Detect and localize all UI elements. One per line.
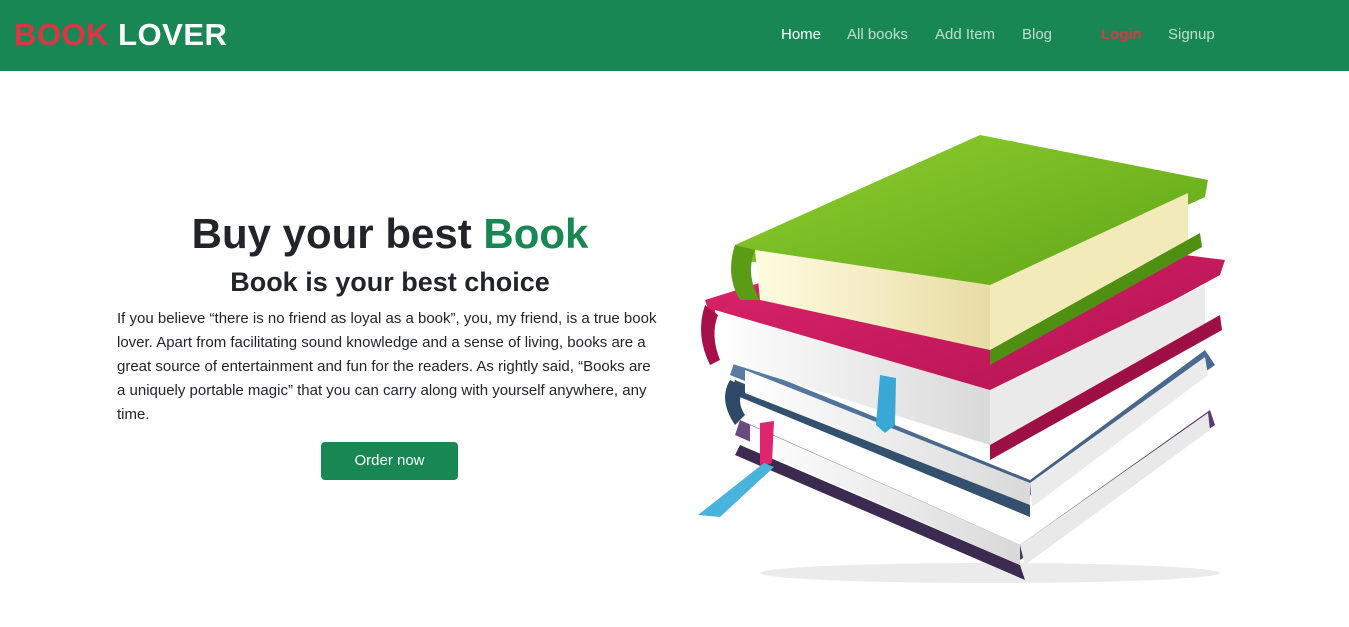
nav-login[interactable]: Login xyxy=(1101,25,1142,45)
pink-bookmark-icon xyxy=(760,421,774,467)
nav-signup[interactable]: Signup xyxy=(1168,25,1215,45)
nav-blog[interactable]: Blog xyxy=(1022,25,1052,45)
brand-word-book: BOOK xyxy=(14,17,109,52)
navbar: BOOK LOVER Home All books Add Item Blog … xyxy=(0,0,1349,71)
hero-title: Buy your best Book xyxy=(117,207,663,261)
hero-title-accent: Book xyxy=(483,210,589,257)
hero-title-prefix: Buy your best xyxy=(191,210,472,257)
brand-word-lover: LOVER xyxy=(118,17,228,52)
brand-logo[interactable]: BOOK LOVER xyxy=(14,17,227,53)
hero-paragraph: If you believe “there is no friend as lo… xyxy=(117,310,657,423)
stack-of-books-illustration xyxy=(698,135,1225,583)
nav-add-item[interactable]: Add Item xyxy=(935,25,995,45)
order-now-button[interactable]: Order now xyxy=(321,442,458,480)
nav-all-books[interactable]: All books xyxy=(847,25,908,45)
hero-subtitle: Book is your best choice xyxy=(230,267,550,297)
ribbon-bookmark-icon xyxy=(698,463,774,517)
nav-home[interactable]: Home xyxy=(781,25,821,45)
